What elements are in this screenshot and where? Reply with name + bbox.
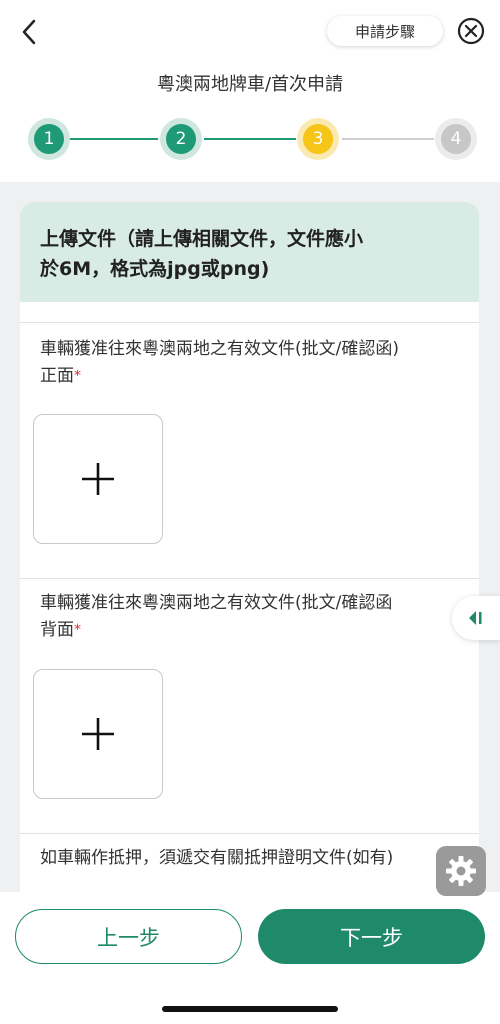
- home-indicator[interactable]: [162, 1006, 338, 1012]
- gear-icon: [446, 856, 476, 886]
- divider: [20, 578, 479, 579]
- field-label-back: 車輛獲准往來粵澳兩地之有效文件(批文/確認函 背面*: [40, 590, 479, 644]
- plus-icon: [82, 463, 114, 495]
- back-button[interactable]: [14, 14, 44, 50]
- required-mark: *: [74, 368, 81, 384]
- page-title: 粵澳兩地牌車/首次申請: [156, 74, 344, 95]
- next-step-button[interactable]: 下一步: [258, 909, 485, 964]
- required-mark: *: [74, 622, 81, 638]
- field-label-line: 正面: [40, 366, 74, 386]
- step-number: 1: [34, 124, 64, 154]
- field-label-mortgage: 如車輛作抵押，須遞交有關抵押證明文件(如有): [40, 845, 479, 872]
- bottom-action-bar: 上一步 下一步: [0, 892, 500, 1024]
- field-label-front: 車輛獲准往來粵澳兩地之有效文件(批文/確認函) 正面*: [40, 336, 479, 390]
- card-header-line: 上傳文件（請上傳相關文件，文件應小: [40, 228, 364, 250]
- divider: [20, 833, 479, 834]
- step-connector: [204, 138, 296, 140]
- top-bar: 申請步驟 粵澳兩地牌車/首次申請 1 2 3 4: [0, 0, 500, 182]
- close-circle-icon: [457, 17, 485, 45]
- card-header-line: 於6M，格式為jpg或png): [40, 258, 270, 280]
- step-number: 3: [303, 124, 333, 154]
- step-connector: [342, 138, 434, 140]
- side-panel-toggle[interactable]: [452, 596, 500, 640]
- step-2: 2: [160, 118, 202, 160]
- collapse-arrow-icon: [469, 611, 482, 625]
- step-number: 4: [441, 124, 471, 154]
- upload-front-button[interactable]: [33, 414, 163, 544]
- plus-icon: [82, 718, 114, 750]
- card-header: 上傳文件（請上傳相關文件，文件應小 於6M，格式為jpg或png): [20, 202, 479, 302]
- step-3-current: 3: [297, 118, 339, 160]
- step-1: 1: [28, 118, 70, 160]
- settings-button[interactable]: [436, 846, 486, 896]
- step-number: 2: [166, 124, 196, 154]
- step-4: 4: [435, 118, 477, 160]
- card-header-title: 上傳文件（請上傳相關文件，文件應小 於6M，格式為jpg或png): [40, 224, 449, 284]
- previous-step-button[interactable]: 上一步: [15, 909, 242, 964]
- progress-stepper: 1 2 3 4: [0, 112, 500, 166]
- divider: [20, 322, 479, 323]
- close-button[interactable]: [456, 16, 486, 46]
- field-label-line: 車輛獲准往來粵澳兩地之有效文件(批文/確認函: [40, 593, 393, 613]
- chevron-left-icon: [22, 19, 36, 45]
- step-connector: [70, 138, 158, 140]
- field-label-line: 如車輛作抵押，須遞交有關抵押證明文件(如有): [40, 848, 394, 868]
- upload-back-button[interactable]: [33, 669, 163, 799]
- field-label-line: 背面: [40, 620, 74, 640]
- application-steps-button[interactable]: 申請步驟: [327, 16, 443, 46]
- upload-documents-card: 上傳文件（請上傳相關文件，文件應小 於6M，格式為jpg或png) 車輛獲准往來…: [20, 202, 479, 902]
- field-label-line: 車輛獲准往來粵澳兩地之有效文件(批文/確認函): [40, 339, 399, 359]
